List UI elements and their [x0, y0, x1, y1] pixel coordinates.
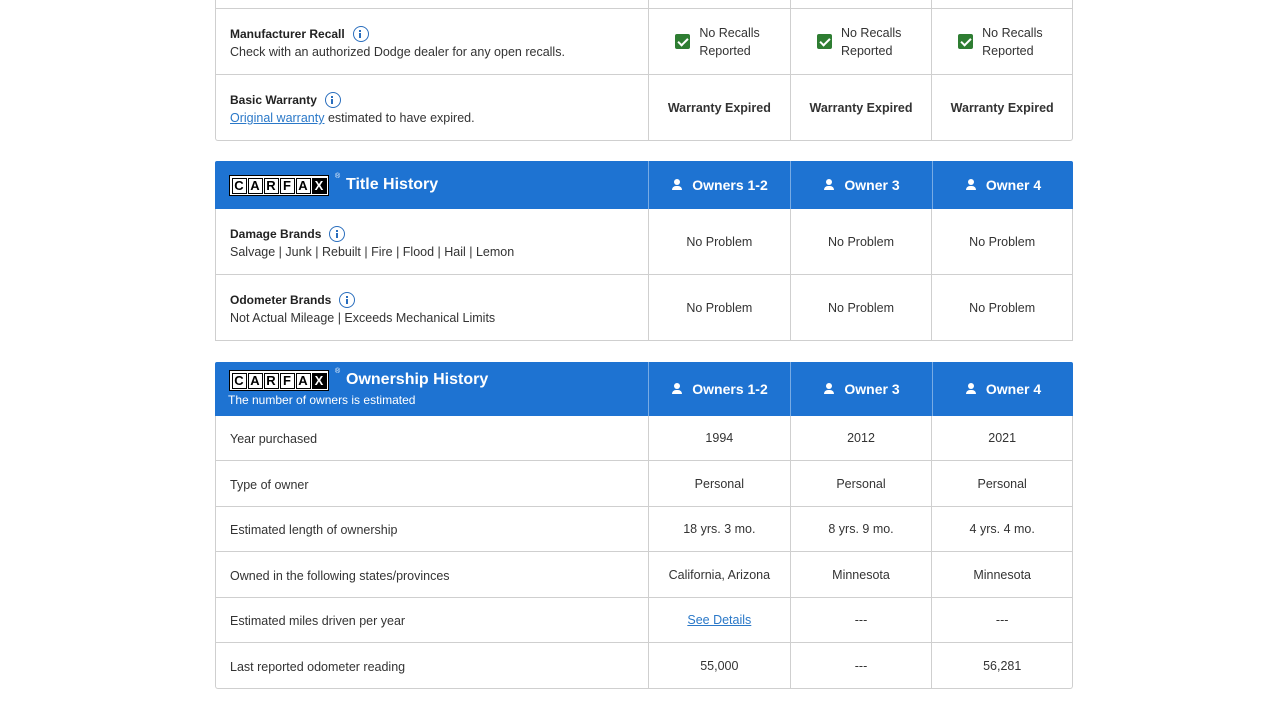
- warranty-cell-owners-1-2: Warranty Expired: [648, 75, 790, 140]
- title-history-header: CARFAX ® Title History Owners 1-2 Owner …: [215, 161, 1073, 209]
- recall-cell-owner-4: No Recalls Reported: [931, 9, 1072, 74]
- table-row: Type of owner Personal Personal Personal: [215, 461, 1073, 507]
- check-icon: [816, 34, 832, 49]
- warranty-subtitle: estimated to have expired.: [324, 111, 475, 125]
- title-history-heading: Title History: [346, 176, 439, 193]
- warranty-title: Basic Warranty: [230, 93, 317, 107]
- table-row: Last reported odometer reading 55,000 --…: [215, 643, 1073, 689]
- recall-cell-owners-1-2: No Recalls Reported: [647, 9, 790, 74]
- ownership-history-heading: Ownership History: [346, 371, 489, 388]
- person-icon: [965, 383, 977, 395]
- person-icon: [671, 179, 683, 191]
- table-row: Estimated miles driven per year See Deta…: [215, 598, 1073, 643]
- table-row: Owned in the following states/provinces …: [215, 552, 1073, 598]
- recall-title: Manufacturer Recall: [230, 27, 345, 41]
- odometer-brands-title: Odometer Brands: [230, 293, 332, 307]
- basic-warranty-row: Basic Warranty Original warranty estimat…: [215, 75, 1073, 141]
- check-icon: [958, 34, 974, 49]
- carfax-logo: CARFAX: [229, 175, 329, 196]
- person-icon: [671, 383, 683, 395]
- ownership-history-header: CARFAX ® Ownership History The number of…: [215, 362, 1073, 416]
- person-icon: [965, 179, 977, 191]
- warranty-cell-owner-4: Warranty Expired: [931, 75, 1072, 140]
- damage-brands-row: Damage Brands Salvage | Junk | Rebuilt |…: [215, 209, 1073, 275]
- column-owner-4: Owner 4: [932, 362, 1073, 416]
- check-icon: [675, 34, 691, 49]
- recall-subtitle: Check with an authorized Dodge dealer fo…: [230, 45, 565, 59]
- warranty-recall-section: Manufacturer Recall Check with an author…: [215, 0, 1073, 141]
- person-icon: [823, 179, 835, 191]
- info-icon[interactable]: [324, 91, 341, 108]
- ownership-history-subheading: The number of owners is estimated: [228, 393, 416, 407]
- ownership-history-section: CARFAX ® Ownership History The number of…: [215, 362, 1073, 689]
- column-owners-1-2: Owners 1-2: [648, 362, 790, 416]
- column-owners-1-2: Owners 1-2: [648, 161, 790, 209]
- odometer-brands-row: Odometer Brands Not Actual Mileage | Exc…: [215, 275, 1073, 341]
- title-history-section: CARFAX ® Title History Owners 1-2 Owner …: [215, 161, 1073, 341]
- warranty-cell-owner-3: Warranty Expired: [789, 75, 932, 140]
- original-warranty-link[interactable]: Original warranty: [230, 111, 324, 125]
- odometer-brands-subtitle: Not Actual Mileage | Exceeds Mechanical …: [230, 311, 496, 325]
- column-owner-4: Owner 4: [932, 161, 1073, 209]
- damage-brands-subtitle: Salvage | Junk | Rebuilt | Fire | Flood …: [230, 245, 515, 259]
- column-owner-3: Owner 3: [790, 161, 932, 209]
- carfax-logo: CARFAX: [229, 370, 329, 391]
- info-icon[interactable]: [339, 291, 356, 308]
- table-row: Estimated length of ownership 18 yrs. 3 …: [215, 507, 1073, 552]
- see-details-link[interactable]: See Details: [687, 613, 751, 627]
- top-border-row: [215, 0, 1073, 9]
- recall-cell-owner-3: No Recalls Reported: [789, 9, 932, 74]
- person-icon: [823, 383, 835, 395]
- info-icon[interactable]: [329, 225, 346, 242]
- column-owner-3: Owner 3: [790, 362, 932, 416]
- info-icon[interactable]: [352, 25, 369, 42]
- manufacturer-recall-row: Manufacturer Recall Check with an author…: [215, 9, 1073, 75]
- damage-brands-title: Damage Brands: [230, 227, 322, 241]
- table-row: Year purchased 1994 2012 2021: [215, 416, 1073, 461]
